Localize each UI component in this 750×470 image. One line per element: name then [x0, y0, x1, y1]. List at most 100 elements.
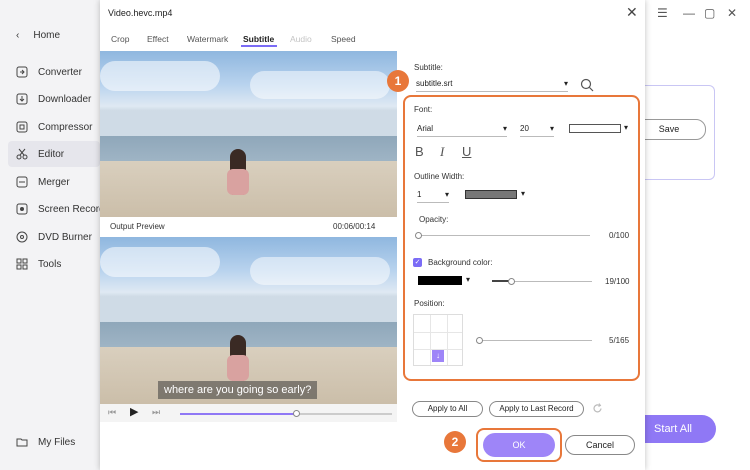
chevron-down-icon: ▾	[563, 79, 568, 88]
callout-badge-1: 1	[387, 70, 409, 92]
sidebar-item-dvd-burner[interactable]: DVD Burner	[8, 224, 100, 250]
output-preview-video	[100, 237, 397, 404]
home-link[interactable]: ‹ Home	[16, 30, 60, 41]
position-label: Position:	[414, 299, 445, 308]
sidebar-item-label: DVD Burner	[38, 231, 92, 243]
refresh-icon[interactable]	[592, 403, 603, 414]
chevron-down-icon: ▾	[549, 124, 554, 133]
opacity-label: Opacity:	[419, 215, 449, 224]
opacity-knob[interactable]	[415, 232, 422, 239]
opacity-value: 0/100	[609, 231, 630, 240]
playback-track[interactable]	[180, 410, 392, 417]
merger-icon	[16, 176, 28, 188]
my-files-button[interactable]: My Files	[8, 430, 100, 454]
arrow-down-icon[interactable]: ↓	[432, 350, 444, 362]
chevron-down-icon[interactable]: ▾	[466, 275, 470, 284]
minimize-icon[interactable]: —	[683, 6, 695, 20]
previous-frame-icon[interactable]: ⏮	[108, 407, 116, 418]
outline-width-select[interactable]: 1 ▾	[417, 190, 449, 199]
sidebar-item-merger[interactable]: Merger	[8, 169, 100, 195]
font-size-value: 20	[520, 124, 529, 133]
downloader-icon	[16, 93, 28, 105]
subtitle-select-underline	[416, 91, 568, 92]
font-label: Font:	[414, 105, 433, 114]
sidebar-item-editor[interactable]: Editor	[8, 141, 100, 167]
position-knob[interactable]	[476, 337, 483, 344]
sidebar-item-converter[interactable]: Converter	[8, 59, 100, 85]
outline-underline	[417, 202, 449, 203]
outline-color-swatch[interactable]	[465, 190, 517, 199]
tab-audio: Audio	[290, 34, 312, 44]
font-value: Arial	[417, 124, 434, 133]
chevron-down-icon: ▾	[444, 190, 449, 199]
disc-icon	[16, 231, 28, 243]
background-color-checkbox[interactable]: ✓	[413, 258, 422, 267]
sidebar-item-tools[interactable]: Tools	[8, 251, 100, 277]
chevron-down-icon: ▾	[502, 124, 507, 133]
timecode: 00:06/00:14	[333, 222, 376, 231]
background-opacity-value: 19/100	[605, 277, 630, 286]
next-frame-icon[interactable]: ⏭	[152, 407, 160, 418]
tools-grid-icon	[16, 258, 28, 270]
tab-speed[interactable]: Speed	[331, 34, 356, 44]
sidebar-item-label: Compressor	[38, 121, 93, 133]
sidebar-item-compressor[interactable]: Compressor	[8, 114, 100, 140]
playback-progress	[180, 413, 297, 415]
maximize-icon[interactable]: ▢	[704, 6, 715, 20]
italic-button[interactable]: I	[440, 144, 444, 160]
close-icon[interactable]: ✕	[626, 4, 638, 21]
subtitle-overlay: where are you going so early?	[158, 381, 318, 399]
subtitle-label: Subtitle:	[414, 63, 443, 72]
background-color-swatch[interactable]	[418, 276, 462, 285]
chevron-down-icon[interactable]: ▾	[624, 123, 628, 132]
tab-watermark[interactable]: Watermark	[187, 34, 228, 44]
playback-knob[interactable]	[292, 410, 300, 417]
font-select[interactable]: Arial ▾	[417, 124, 507, 133]
sidebar-item-label: Tools	[38, 258, 62, 270]
sidebar-item-label: Converter	[38, 66, 82, 78]
outline-width-value: 1	[417, 190, 422, 199]
sidebar-item-label: Merger	[38, 176, 70, 188]
output-preview-label: Output Preview	[110, 222, 165, 231]
chevron-down-icon[interactable]: ▾	[521, 189, 525, 198]
sidebar-item-label: Downloader	[38, 93, 92, 105]
subtitle-file-value: subtitle.srt	[416, 79, 453, 88]
cancel-button[interactable]: Cancel	[565, 435, 635, 455]
font-size-select[interactable]: 20 ▾	[520, 124, 554, 133]
sidebar-item-downloader[interactable]: Downloader	[8, 86, 100, 112]
background-opacity-knob[interactable]	[508, 278, 515, 285]
folder-icon	[16, 438, 28, 447]
menu-icon[interactable]: ☰	[657, 6, 668, 20]
bold-button[interactable]: B	[415, 144, 424, 159]
apply-to-last-record-button[interactable]: Apply to Last Record	[489, 401, 584, 417]
outline-width-label: Outline Width:	[414, 172, 465, 181]
font-size-underline	[520, 136, 554, 137]
search-icon[interactable]	[580, 78, 594, 92]
apply-to-all-button[interactable]: Apply to All	[412, 401, 483, 417]
play-icon[interactable]: ▶	[130, 405, 138, 418]
sidebar-item-screen-recorder[interactable]: Screen Recorder	[8, 196, 100, 222]
active-tab-indicator	[241, 45, 277, 47]
callout-badge-2: 2	[444, 431, 466, 453]
background-app-area	[645, 0, 750, 470]
tab-crop[interactable]: Crop	[111, 34, 129, 44]
subtitle-file-select[interactable]: subtitle.srt ▾	[416, 79, 568, 88]
tab-subtitle[interactable]: Subtitle	[243, 34, 274, 44]
close-window-icon[interactable]: ✕	[727, 6, 737, 20]
font-underline	[417, 136, 507, 137]
font-color-swatch[interactable]	[569, 124, 621, 133]
compressor-icon	[16, 121, 28, 133]
dialog-title: Video.hevc.mp4	[108, 8, 173, 18]
tab-effect[interactable]: Effect	[147, 34, 169, 44]
position-slider[interactable]	[478, 340, 592, 341]
screen-recorder-icon	[16, 203, 28, 215]
back-arrow-icon: ‹	[16, 30, 20, 41]
position-value: 5/165	[609, 336, 630, 345]
underline-button[interactable]: U	[462, 144, 471, 159]
opacity-slider[interactable]	[418, 235, 590, 236]
position-grid[interactable]: ↓	[413, 314, 463, 366]
background-color-label: Background color:	[428, 258, 493, 267]
ok-button[interactable]: OK	[483, 433, 555, 457]
sidebar-item-label: Screen Recorder	[38, 203, 100, 215]
converter-icon	[16, 66, 28, 78]
